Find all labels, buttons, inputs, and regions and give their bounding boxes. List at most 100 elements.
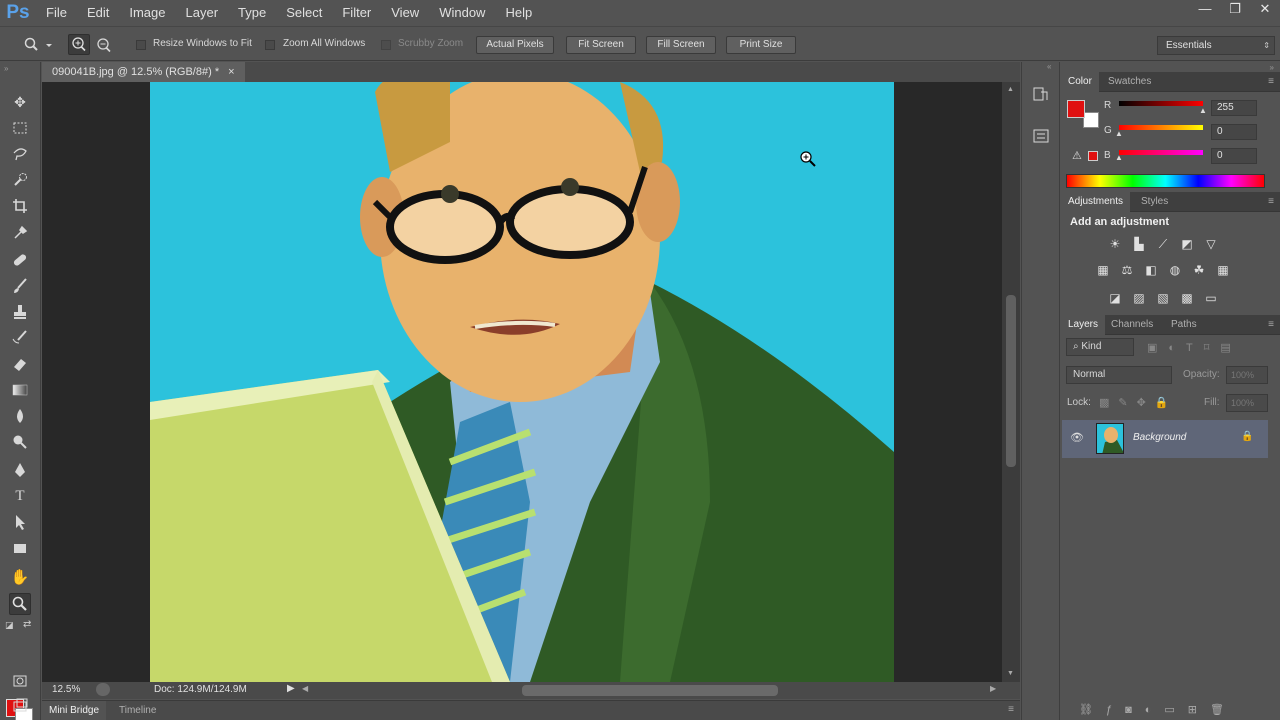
slider-g-thumb-icon[interactable]: ▲ [1115,129,1123,138]
opacity-field[interactable]: 100% [1226,366,1268,384]
document-close-icon[interactable]: × [228,66,234,78]
brush-tool-icon[interactable] [9,275,31,297]
channel-b-slider[interactable] [1119,150,1203,155]
menu-help[interactable]: Help [495,0,542,25]
slider-r-thumb-icon[interactable]: ▲ [1199,106,1207,115]
minimize-button[interactable]: — [1190,0,1220,20]
channel-b-value[interactable]: 0 [1211,148,1257,164]
gradient-map-icon[interactable]: ▭ [1203,291,1219,305]
type-tool-icon[interactable]: T [9,485,31,507]
menu-view[interactable]: View [381,0,429,25]
expand-panels-icon[interactable]: « [1047,62,1051,71]
document-image[interactable] [150,82,894,682]
resize-windows-checkbox[interactable] [136,40,146,50]
tab-channels[interactable]: Channels [1104,315,1160,335]
curves-icon[interactable]: ⟋ [1155,237,1171,251]
tab-adjustments[interactable]: Adjustments [1061,192,1131,212]
menu-file[interactable]: File [36,0,77,25]
warning-icon[interactable]: ⚠ [1072,149,1082,162]
default-colors-icon[interactable]: ◪ [5,620,14,631]
layers-footer-icons[interactable]: ⛓ƒ◙◐▭⊞🗑 [1079,703,1237,716]
blend-mode-select[interactable]: Normal [1066,366,1172,384]
tab-color[interactable]: Color [1061,72,1099,92]
tab-mini-bridge[interactable]: Mini Bridge [42,701,107,720]
zoom-tool-icon[interactable] [9,593,31,615]
panel-menu-icon[interactable]: ≡ [1008,704,1014,715]
print-size-button[interactable]: Print Size [726,36,796,54]
channel-r-value[interactable]: 255 [1211,100,1257,116]
workspace-select[interactable]: Essentials ⇕ [1157,36,1275,55]
screen-mode-icon[interactable] [9,695,31,717]
close-button[interactable]: ✕ [1250,0,1280,20]
panel-menu-icon[interactable]: ≡ [1268,319,1274,330]
zoom-tool-preset-icon[interactable] [24,37,52,53]
zoom-level[interactable]: 12.5% [52,684,80,695]
color-balance-icon[interactable]: ⚖ [1119,263,1135,277]
menu-select[interactable]: Select [276,0,332,25]
selective-color-icon[interactable]: ▩ [1179,291,1195,305]
brightness-contrast-icon[interactable]: ☀ [1107,237,1123,251]
threshold-icon[interactable]: ▧ [1155,291,1171,305]
canvas-area[interactable] [42,82,1002,682]
zoom-out-icon[interactable] [95,36,115,55]
color-spectrum-ramp[interactable] [1066,174,1265,188]
scroll-left-icon[interactable]: ◀ [302,684,308,693]
document-tab[interactable]: 090041B.jpg @ 12.5% (RGB/8#) * × [42,62,245,82]
gradient-tool-icon[interactable] [9,379,31,401]
layer-filter-icons[interactable]: ▣◐T⌑▤ [1147,341,1242,354]
quick-selection-tool-icon[interactable] [9,169,31,191]
layer-name[interactable]: Background [1133,432,1186,443]
menu-window[interactable]: Window [429,0,495,25]
fill-screen-button[interactable]: Fill Screen [646,36,716,54]
layer-row-background[interactable]: 👁 Background 🔒 [1062,420,1268,458]
actual-pixels-button[interactable]: Actual Pixels [476,36,554,54]
clone-stamp-tool-icon[interactable] [9,301,31,323]
eyedropper-tool-icon[interactable] [9,221,31,243]
marquee-tool-icon[interactable] [9,117,31,139]
tab-styles[interactable]: Styles [1134,192,1175,212]
menu-type[interactable]: Type [228,0,276,25]
healing-brush-tool-icon[interactable] [9,249,31,271]
lock-icons[interactable]: ▩✎✥🔒 [1099,396,1178,409]
fit-screen-button[interactable]: Fit Screen [566,36,636,54]
panel-menu-icon[interactable]: ≡ [1268,196,1274,207]
move-tool-icon[interactable]: ✥ [9,91,31,113]
fill-field[interactable]: 100% [1226,394,1268,412]
vertical-scrollbar[interactable]: ▲ ▼ [1002,82,1020,682]
exposure-icon[interactable]: ◩ [1179,237,1195,251]
rectangle-tool-icon[interactable] [9,537,31,559]
collapse-icon[interactable]: » [4,64,8,73]
menu-image[interactable]: Image [119,0,175,25]
hand-tool-icon[interactable]: ✋ [9,567,31,589]
slider-b-thumb-icon[interactable]: ▲ [1115,153,1123,162]
channel-g-slider[interactable] [1119,125,1203,130]
menu-edit[interactable]: Edit [77,0,119,25]
vibrance-icon[interactable]: ▽ [1203,237,1219,251]
posterize-icon[interactable]: ▨ [1131,291,1147,305]
scrubby-zoom-checkbox[interactable] [381,40,391,50]
levels-icon[interactable]: ▙ [1131,237,1147,251]
scroll-up-icon[interactable]: ▲ [1007,86,1014,93]
vertical-scroll-thumb[interactable] [1006,295,1016,467]
layer-filter-kind[interactable]: ⌕ Kind [1066,338,1134,356]
color-fg-swatch[interactable] [1067,100,1085,118]
crop-tool-icon[interactable] [9,195,31,217]
history-brush-tool-icon[interactable] [9,327,31,349]
invert-icon[interactable]: ◪ [1107,291,1123,305]
zoom-in-mode-button[interactable] [68,34,90,55]
black-white-icon[interactable]: ◧ [1143,263,1159,277]
menu-layer[interactable]: Layer [176,0,229,25]
zoom-all-checkbox[interactable] [265,40,275,50]
panel-menu-icon[interactable]: ≡ [1268,76,1274,87]
restore-button[interactable]: ❐ [1220,0,1250,20]
tab-paths[interactable]: Paths [1164,315,1204,335]
channel-r-slider[interactable] [1119,101,1203,106]
scroll-down-icon[interactable]: ▼ [1007,670,1014,677]
tab-layers[interactable]: Layers [1061,315,1106,335]
tab-timeline[interactable]: Timeline [119,701,156,720]
horizontal-scroll-thumb[interactable] [522,685,778,696]
menu-filter[interactable]: Filter [332,0,381,25]
pen-tool-icon[interactable] [9,459,31,481]
color-bg-swatch[interactable] [1083,112,1099,128]
hue-saturation-icon[interactable]: ▦ [1095,263,1111,277]
